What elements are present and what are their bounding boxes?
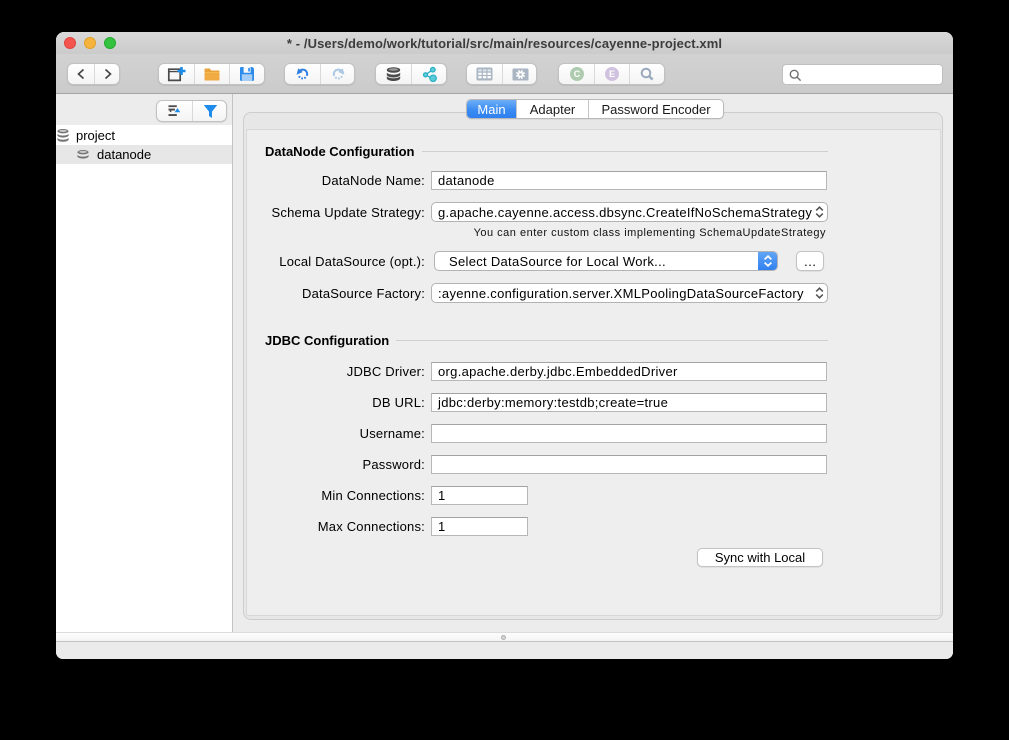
svg-text:E: E bbox=[609, 69, 615, 79]
svg-text:C: C bbox=[573, 69, 580, 79]
